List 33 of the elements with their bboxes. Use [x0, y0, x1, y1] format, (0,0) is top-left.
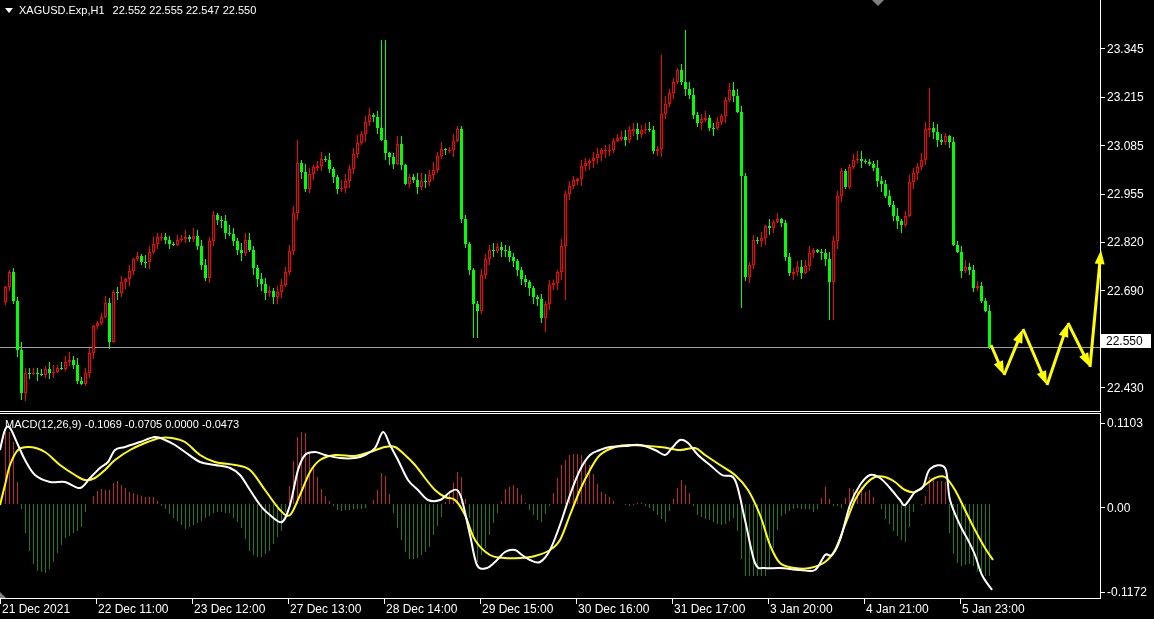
- price-axis-label: 22.955: [1107, 187, 1144, 202]
- triangle-marker-icon[interactable]: [0, 592, 6, 598]
- macd-indicator-label: MACD(12,26,9) -0.1069 -0.0705 0.0000 -0.0473: [5, 418, 240, 431]
- triangle-marker-icon[interactable]: [872, 0, 884, 6]
- time-axis-label: 27 Dec 13:00: [290, 602, 362, 616]
- time-axis-label: 5 Jan 23:00: [962, 602, 1025, 616]
- quote-prices: 22.552 22.555 22.547 22.550: [112, 4, 257, 17]
- time-axis-label: 4 Jan 21:00: [866, 602, 929, 616]
- down-arrow: [1066, 322, 1090, 367]
- macd-axis-label: 0.00: [1107, 500, 1131, 515]
- macd-axis-label: 0.1103: [1107, 416, 1143, 430]
- down-arrow: [1021, 328, 1047, 385]
- time-axis-label: 3 Jan 20:00: [770, 602, 833, 616]
- symbol-label: XAGUSD.Exp,H1: [19, 4, 105, 17]
- up-arrow: [1002, 329, 1023, 376]
- current-price-label: 22.550: [1101, 334, 1151, 349]
- time-axis-label: 31 Dec 17:00: [674, 602, 746, 616]
- time-axis-label: 30 Dec 16:00: [578, 602, 650, 616]
- price-axis-label: 23.345: [1107, 41, 1144, 56]
- caret-icon: [5, 8, 13, 13]
- time-axis-label: 28 Dec 14:00: [386, 602, 458, 616]
- time-axis-label: 22 Dec 11:00: [98, 602, 169, 616]
- macd-axis-label: -0.1172: [1107, 585, 1147, 599]
- time-axis-label: 29 Dec 15:00: [482, 602, 554, 616]
- price-axis-label: 22.430: [1107, 380, 1144, 395]
- down-arrow: [989, 344, 1004, 375]
- price-axis-label: 23.215: [1107, 90, 1144, 105]
- up-arrow: [1045, 323, 1069, 386]
- price-axis-label: 22.690: [1107, 283, 1144, 298]
- price-axis-label: 23.085: [1107, 138, 1144, 153]
- price-axis-label: 22.820: [1107, 235, 1144, 250]
- time-axis-label: 23 Dec 12:00: [194, 602, 266, 616]
- time-axis-label: 21 Dec 2021: [2, 602, 71, 616]
